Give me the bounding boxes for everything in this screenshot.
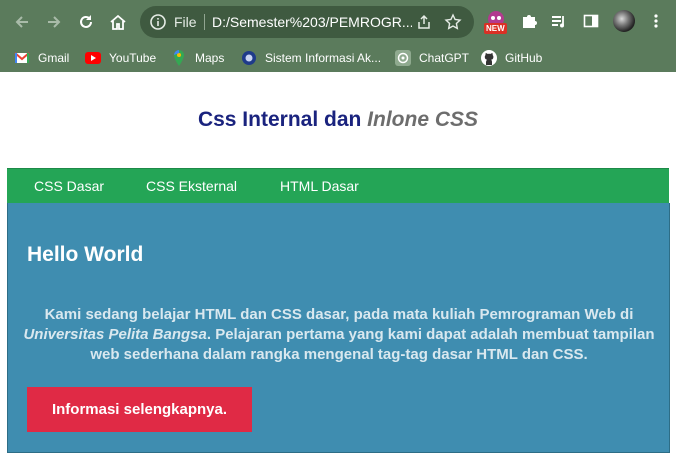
home-button[interactable] <box>105 9 131 35</box>
page-title-italic: Inlone CSS <box>367 108 479 131</box>
media-playlist-icon[interactable] <box>548 10 570 32</box>
share-icon[interactable] <box>416 14 432 35</box>
page-title-main: Css Internal dan <box>197 108 368 131</box>
bookmark-label: Maps <box>195 51 225 65</box>
bookmark-label: ChatGPT <box>419 51 470 65</box>
bookmark-github[interactable]: GitHub <box>481 44 542 72</box>
arrow-left-icon <box>15 16 28 28</box>
url-text[interactable]: D:/Semester%203/PEMROGR... <box>212 14 412 30</box>
hero-panel: Hello World Kami sedang belajar HTML dan… <box>7 203 670 453</box>
bookmark-chatgpt[interactable]: ChatGPT <box>395 44 469 72</box>
extensions-puzzle-icon[interactable] <box>518 10 540 32</box>
info-icon[interactable] <box>149 13 167 36</box>
bookmark-gmail[interactable]: Gmail <box>14 44 69 72</box>
profile-avatar[interactable] <box>613 10 635 32</box>
bookmark-maps[interactable]: Maps <box>171 44 224 72</box>
university-icon <box>241 50 257 66</box>
bookmark-label: Gmail <box>38 51 70 65</box>
back-button[interactable] <box>9 9 35 35</box>
bookmark-label: Sistem Informasi Ak... <box>265 51 382 65</box>
bookmark-youtube[interactable]: YouTube <box>85 44 156 72</box>
new-badge: NEW <box>484 23 507 34</box>
side-panel-icon[interactable] <box>580 10 602 32</box>
arrow-right-icon <box>48 16 61 28</box>
university-name: Universitas Pelita Bangsa <box>23 326 207 343</box>
bookmark-label: YouTube <box>109 51 157 65</box>
gmail-icon <box>14 50 30 66</box>
chatgpt-icon <box>395 50 411 66</box>
divider <box>204 14 205 30</box>
star-icon[interactable] <box>444 13 462 36</box>
browser-toolbar: File D:/Semester%203/PEMROGR... NEW <box>0 0 676 44</box>
hero-heading: Hello World <box>27 243 144 266</box>
youtube-icon <box>85 50 101 66</box>
hero-description: Kami sedang belajar HTML dan CSS dasar, … <box>14 305 664 365</box>
maps-icon <box>171 50 187 66</box>
bookmark-sistem-informasi[interactable]: Sistem Informasi Ak... <box>241 44 381 72</box>
top-menu: CSS Dasar CSS Eksternal HTML Dasar <box>7 168 669 204</box>
bookmarks-bar: Gmail YouTube Maps Sistem Informasi Ak..… <box>0 44 676 72</box>
forward-button[interactable] <box>41 9 67 35</box>
scheme-label: File <box>174 14 197 30</box>
more-info-button[interactable]: Informasi selengkapnya. <box>27 387 252 432</box>
address-bar[interactable]: File D:/Semester%203/PEMROGR... <box>140 6 474 38</box>
menu-item-html-dasar[interactable]: HTML Dasar <box>280 178 359 194</box>
menu-item-css-dasar[interactable]: CSS Dasar <box>34 178 104 194</box>
bookmark-label: GitHub <box>505 51 543 65</box>
github-icon <box>481 50 497 66</box>
home-icon <box>110 14 126 30</box>
menu-item-css-eksternal[interactable]: CSS Eksternal <box>146 178 237 194</box>
page-title: Css Internal dan Inlone CSS <box>0 108 676 132</box>
description-text: Kami sedang belajar HTML dan CSS dasar, … <box>44 306 634 323</box>
reload-button[interactable] <box>73 9 99 35</box>
more-menu-icon[interactable] <box>645 10 667 32</box>
reload-icon <box>80 15 92 28</box>
